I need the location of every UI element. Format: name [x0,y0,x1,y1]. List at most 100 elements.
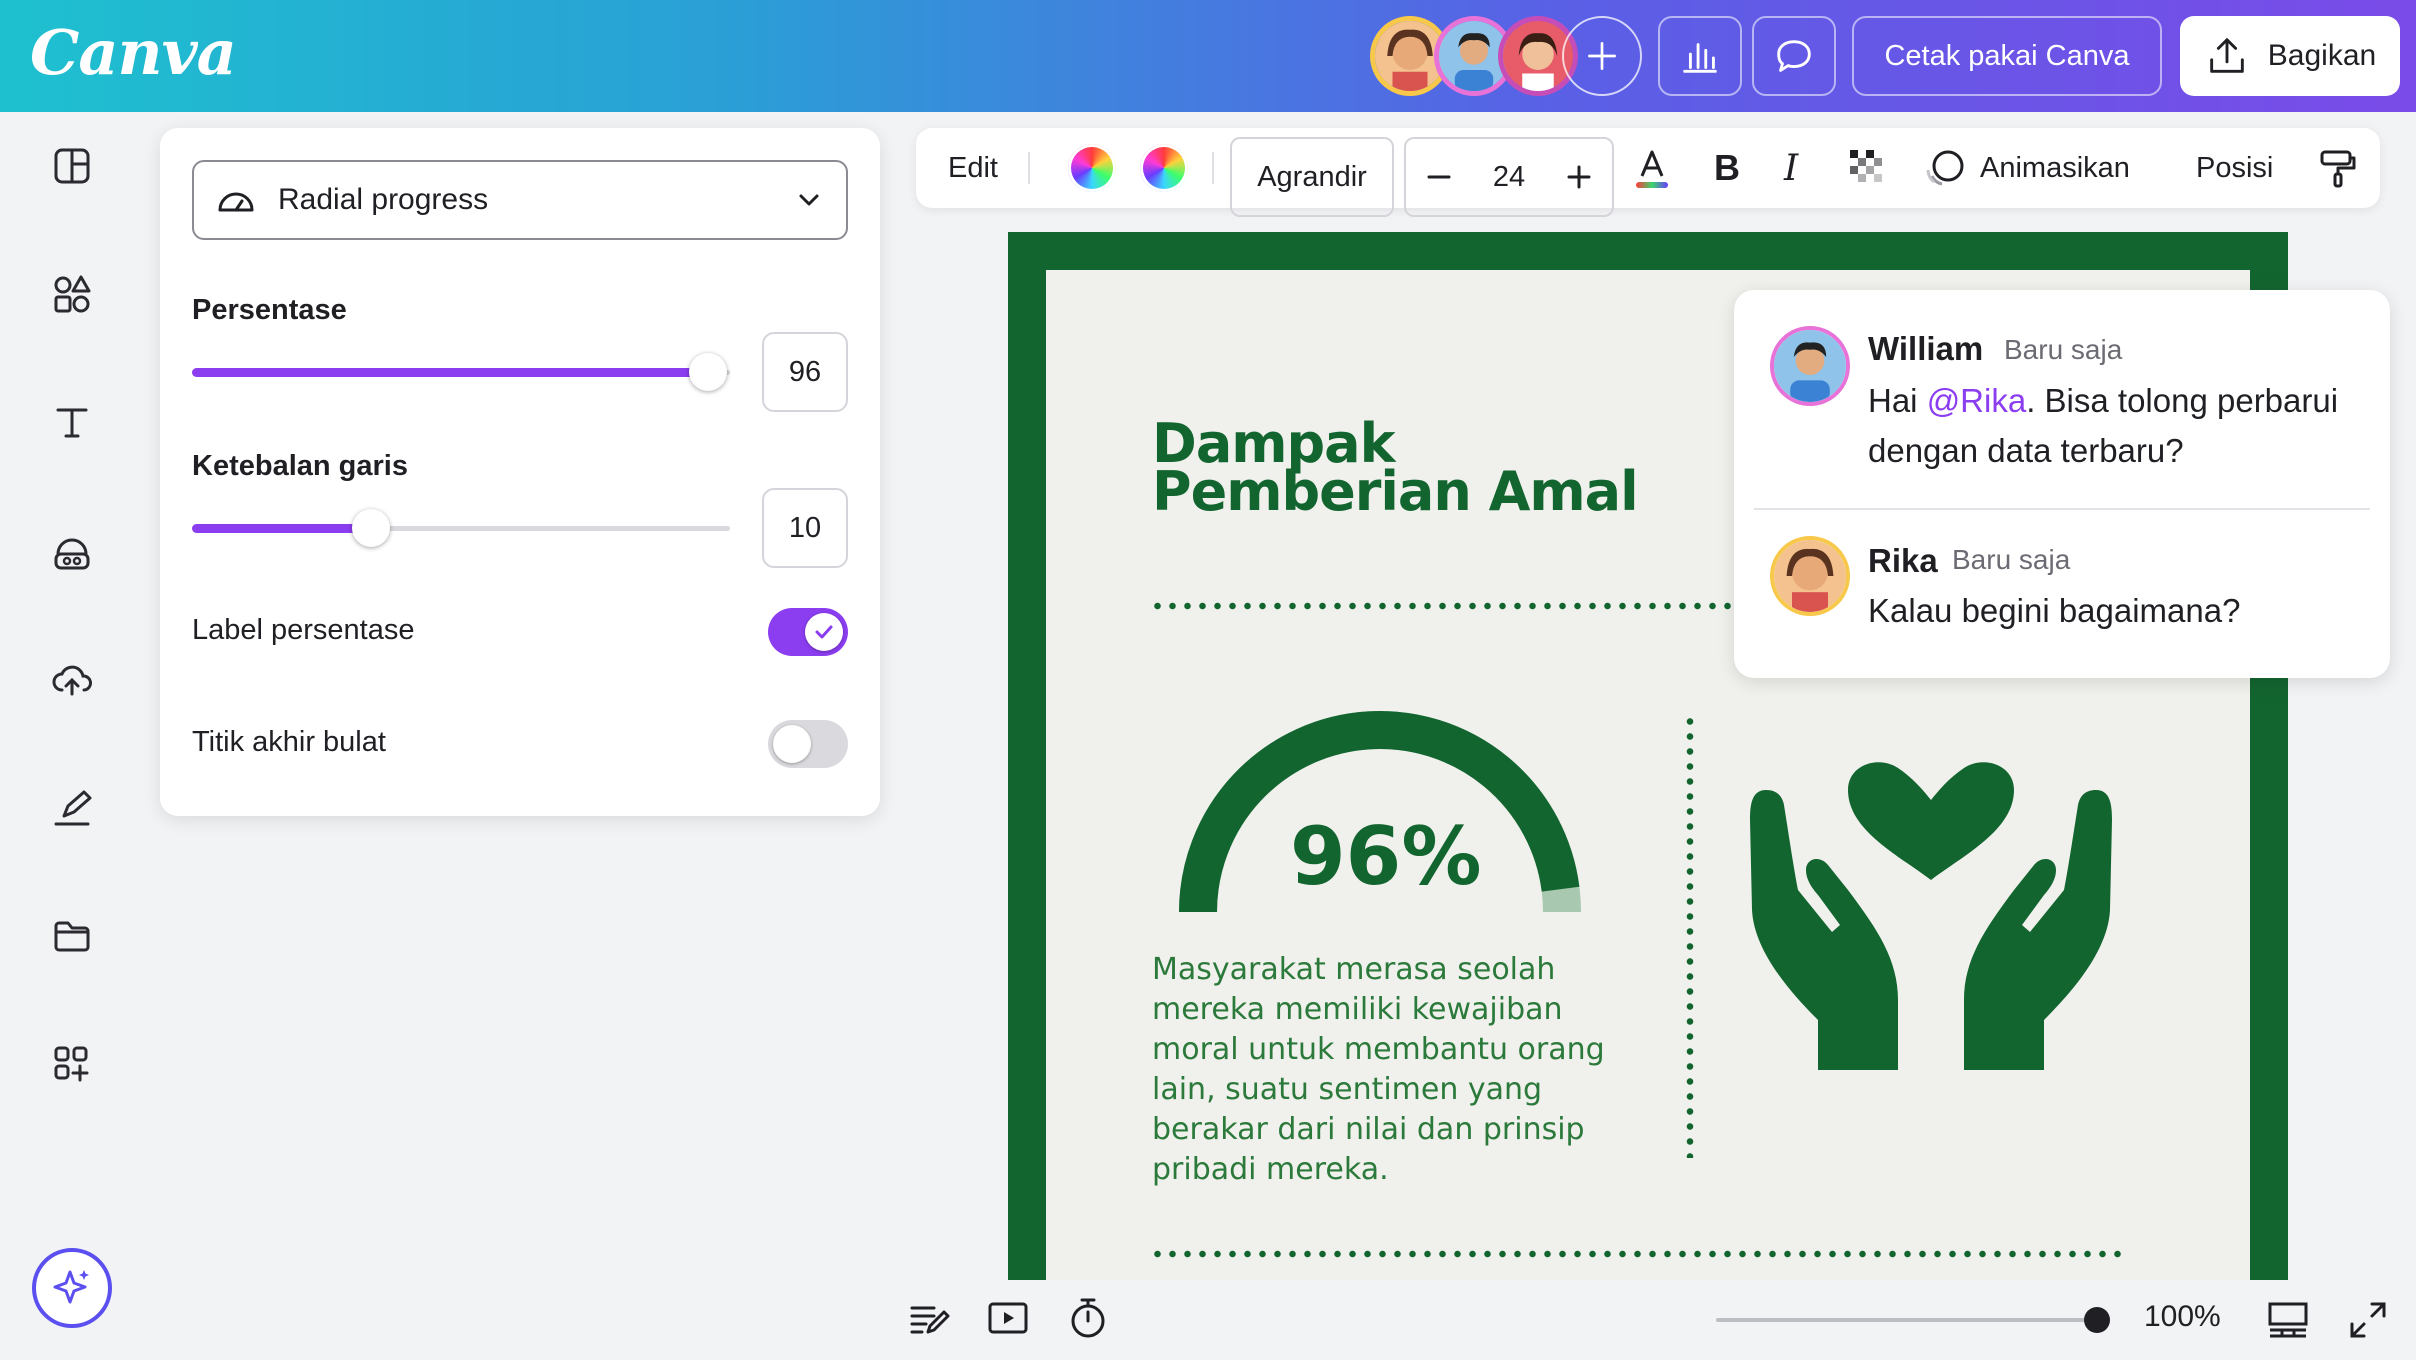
divider [1212,152,1214,184]
dotted-divider [1150,1250,2128,1258]
sidebar-item-draw[interactable] [40,776,104,840]
hands-heart-icon[interactable] [1748,760,2114,1070]
sidebar-item-uploads[interactable] [40,648,104,712]
slider-fill [192,524,372,533]
color-wheel-icon [1140,144,1188,192]
slider-fill [192,368,709,377]
comment-text: Kalau begini bagaimana? [1868,592,2241,629]
line-thickness-input[interactable]: 10 [762,488,848,568]
percentage-label: Persentase [192,294,347,326]
sidebar-item-text[interactable] [40,390,104,454]
print-with-canva-button[interactable]: Cetak pakai Canva [1852,16,2162,96]
avatar[interactable] [1770,536,1850,616]
uploads-icon [52,665,92,696]
magic-sparkle-icon [53,1270,89,1304]
elements-icon [54,275,91,313]
italic-icon: I [1784,147,1799,189]
divider [1028,152,1030,184]
font-size-input[interactable]: 24 [1493,161,1525,194]
zoom-level[interactable]: 100% [2144,1300,2221,1334]
text-icon [56,408,88,438]
sidebar-item-apps[interactable] [40,1032,104,1096]
dotted-divider-vertical [1686,714,1694,1158]
add-collaborator-button[interactable] [1562,16,1642,96]
collaborator-avatars [1370,16,1642,96]
minus-icon[interactable] [1424,162,1454,192]
animate-label: Animasikan [1980,151,2130,184]
chart-type-value: Radial progress [278,183,489,216]
color-wheel-icon [1068,144,1116,192]
comment-author: William [1868,330,1984,367]
edit-button[interactable]: Edit [948,128,998,208]
percentage-slider[interactable] [192,352,730,392]
design-title-line2: Pemberian Amal [1152,460,1639,523]
round-endpoint-toggle[interactable] [768,720,848,768]
line-thickness-slider[interactable] [192,508,730,548]
gauge-icon [218,192,254,212]
track-color-button[interactable] [1140,128,1188,208]
projects-icon [54,921,90,952]
comment-text-part: Hai [1868,382,1927,419]
comment-text: Hai @Rika. Bisa tolong perbarui dengan d… [1868,376,2368,476]
round-endpoint-toggle-label: Titik akhir bulat [192,726,386,758]
zoom-slider[interactable] [1716,1318,2096,1322]
comments-button[interactable] [1752,16,1836,96]
sidebar-item-design[interactable] [40,134,104,198]
plus-icon[interactable] [1564,162,1594,192]
chevron-down-icon [799,194,819,206]
percentage-label-toggle[interactable] [768,608,848,656]
notes-icon[interactable] [906,1296,950,1340]
comment-author: Rika [1868,542,1938,579]
percent-label[interactable]: 96% [1290,810,1481,903]
animate-icon [1926,150,1964,186]
toggle-knob [805,613,843,651]
design-icon [54,148,90,184]
radial-progress-panel: Radial progress Persentase 96 Ketebalan … [160,128,880,816]
top-bar: Canva Cetak pakai Canva Bagikan [0,0,2416,112]
comment-icon [1777,40,1811,72]
sidebar-item-brand[interactable] [40,520,104,584]
sidebar-item-projects[interactable] [40,904,104,968]
copy-style-button[interactable] [2316,128,2360,208]
context-toolbar: Edit Agrandir 24 B I Animasikan Posisi [916,128,2380,217]
chart-type-select[interactable]: Radial progress [192,160,848,240]
percentage-input[interactable]: 96 [762,332,848,412]
italic-button[interactable]: I [1784,128,1798,208]
transparency-button[interactable] [1848,128,1888,208]
bold-icon: B [1714,147,1740,188]
text-color-button[interactable] [1628,128,1676,208]
add-collaborator-icon [1588,42,1616,70]
present-icon[interactable] [986,1296,1030,1340]
font-size-control: 24 [1404,137,1614,217]
comment-time: Baru saja [2004,334,2123,365]
grid-view-icon[interactable] [2266,1298,2310,1342]
design-title[interactable]: Dampak Pemberian Amal [1152,417,1639,523]
color-button[interactable] [1068,128,1116,208]
comment-mention[interactable]: @Rika [1927,382,2027,419]
insights-button[interactable] [1658,16,1742,96]
avatar[interactable] [1770,326,1850,406]
fullscreen-icon[interactable] [2346,1298,2390,1342]
position-button[interactable]: Posisi [2196,128,2273,208]
share-button[interactable]: Bagikan [2180,16,2400,96]
line-thickness-label: Ketebalan garis [192,450,408,482]
slider-thumb[interactable] [689,353,728,391]
zoom-slider-thumb[interactable] [2084,1307,2110,1333]
apps-icon [54,1046,89,1082]
share-label: Bagikan [2267,39,2377,72]
magic-button[interactable] [32,1248,112,1328]
canva-logo[interactable]: Canva [30,16,237,89]
insights-chart-icon [1683,43,1717,73]
comment-divider [1754,508,2370,510]
slider-thumb[interactable] [352,509,391,547]
check-icon [815,625,833,639]
toggle-knob [773,725,811,763]
timer-icon[interactable] [1066,1296,1110,1340]
dotted-divider [1150,602,1736,610]
animate-button[interactable]: Animasikan [1922,128,2130,208]
bold-button[interactable]: B [1714,128,1740,208]
comments-popover: William Baru saja Hai @Rika. Bisa tolong… [1734,290,2390,678]
sidebar-item-elements[interactable] [40,262,104,326]
design-body-text[interactable]: Masyarakat merasa seolah mereka memiliki… [1152,950,1652,1190]
font-family-select[interactable]: Agrandir [1230,137,1394,217]
